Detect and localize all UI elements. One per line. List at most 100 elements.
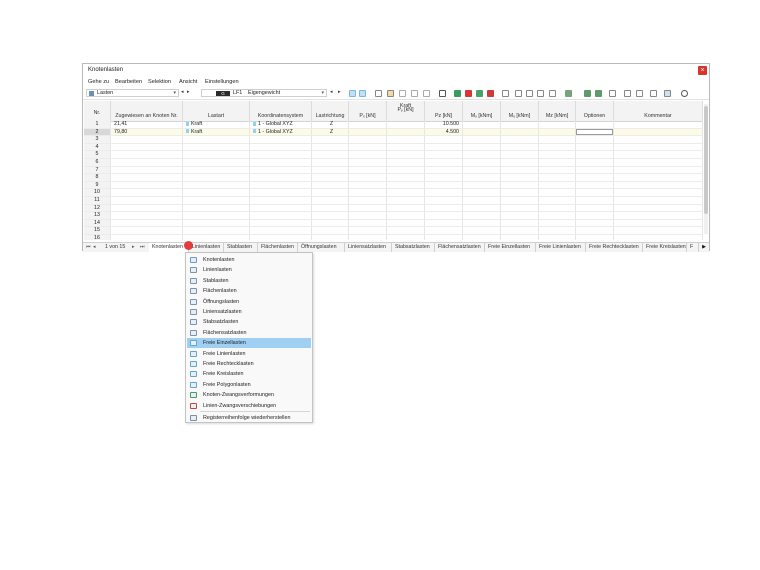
table-row[interactable]: 10 [84, 189, 703, 197]
cell-koord[interactable] [250, 166, 312, 174]
cell-mx[interactable] [463, 128, 501, 136]
move-down-icon[interactable] [411, 90, 418, 97]
cell-my[interactable] [501, 197, 539, 204]
cell-optionen[interactable] [576, 197, 614, 204]
cell-px[interactable] [349, 128, 387, 136]
menu-item[interactable]: Freie Einzellasten [187, 338, 311, 349]
cell-optionen[interactable] [576, 128, 614, 136]
menu-bearbeiten[interactable]: Bearbeiten [115, 79, 142, 85]
cell-optionen[interactable] [576, 159, 614, 166]
cell-lastart[interactable] [183, 197, 250, 204]
cell-koord[interactable] [250, 174, 312, 181]
filter-tool-icon[interactable] [359, 90, 366, 97]
cell-optionen[interactable] [576, 235, 614, 240]
cell-py[interactable] [387, 121, 425, 128]
cell-koord[interactable] [250, 159, 312, 166]
cell-px[interactable] [349, 159, 387, 166]
cell-py[interactable] [387, 136, 425, 143]
cell-optionen[interactable] [576, 189, 614, 196]
edit-icon[interactable] [609, 90, 616, 97]
cell-lastart[interactable] [183, 212, 250, 219]
cell-lastart[interactable] [183, 143, 250, 151]
menu-item[interactable]: Linienlasten [187, 265, 311, 275]
close-button[interactable]: × [698, 66, 707, 75]
cell-knoten[interactable] [111, 136, 183, 143]
cell-my[interactable] [501, 166, 539, 174]
cell-optionen[interactable] [576, 219, 614, 227]
search-icon[interactable] [681, 90, 688, 97]
table-row[interactable]: 8 [84, 174, 703, 182]
table-row[interactable]: 14 [84, 219, 703, 228]
sheet-tab[interactable]: Flächenlasten [258, 243, 298, 252]
cell-knoten[interactable] [111, 151, 183, 158]
insert-row-icon[interactable] [375, 90, 382, 97]
menu-gehe-zu[interactable]: Gehe zu [88, 79, 109, 85]
cell-richtung[interactable] [312, 181, 349, 189]
cell-kommentar[interactable] [614, 181, 703, 189]
cell-mz[interactable] [539, 128, 576, 136]
cell-mx[interactable] [463, 197, 501, 204]
cell-py[interactable] [387, 174, 425, 181]
cell-mx[interactable] [463, 227, 501, 234]
table-row[interactable]: 16 [84, 235, 703, 240]
cell-knoten[interactable] [111, 143, 183, 151]
menu-ansicht[interactable]: Ansicht [179, 79, 197, 85]
sheet-tab[interactable]: Freie Einzellasten [485, 243, 536, 252]
cell-px[interactable] [349, 197, 387, 204]
cell-kommentar[interactable] [614, 204, 703, 212]
prev-arrow-icon[interactable]: ◂ [181, 89, 184, 95]
cell-mz[interactable] [539, 151, 576, 158]
cell-kommentar[interactable] [614, 174, 703, 181]
cell-pz[interactable] [425, 174, 463, 181]
sheet-tab[interactable]: Freie Kreislasten [643, 243, 687, 252]
cell-pz[interactable] [425, 227, 463, 234]
cell-koord[interactable] [250, 181, 312, 189]
cell-optionen[interactable] [576, 204, 614, 212]
cell-optionen[interactable] [576, 181, 614, 189]
cell-knoten[interactable]: 79,80 [111, 128, 183, 136]
cell-my[interactable] [501, 181, 539, 189]
cell-px[interactable] [349, 219, 387, 227]
cell-kommentar[interactable] [614, 166, 703, 174]
cell-lastart[interactable] [183, 159, 250, 166]
cell-knoten[interactable] [111, 181, 183, 189]
cell-mz[interactable] [539, 204, 576, 212]
cell-kommentar[interactable] [614, 121, 703, 128]
restore-tab-order-item[interactable]: Registerreihenfolge wiederherstellen [187, 413, 311, 423]
cell-my[interactable] [501, 219, 539, 227]
cell-my[interactable] [501, 189, 539, 196]
cell-optionen[interactable] [576, 166, 614, 174]
options-cell-editor[interactable] [576, 128, 613, 136]
cell-lastart[interactable] [183, 181, 250, 189]
clear-icon[interactable] [487, 90, 494, 97]
cell-koord[interactable] [250, 204, 312, 212]
cell-knoten[interactable] [111, 235, 183, 240]
copy-row-icon[interactable] [387, 90, 394, 97]
cell-mx[interactable] [463, 136, 501, 143]
cell-mz[interactable] [539, 235, 576, 240]
menu-item[interactable]: Öffnungslasten [187, 297, 311, 307]
cell-richtung[interactable] [312, 174, 349, 181]
cell-richtung[interactable] [312, 212, 349, 219]
cell-lastart[interactable] [183, 151, 250, 158]
first-page-icon[interactable]: ⏮ [86, 244, 91, 250]
sheet-tab[interactable]: Stabsatzlasten [392, 243, 435, 252]
cell-py[interactable] [387, 151, 425, 158]
next-page-icon[interactable]: ▸ [132, 244, 135, 250]
cell-mz[interactable] [539, 227, 576, 234]
cell-lastart[interactable]: Kraft [183, 128, 250, 136]
table-row[interactable]: 11 [84, 197, 703, 205]
cell-kommentar[interactable] [614, 136, 703, 143]
cell-mz[interactable] [539, 166, 576, 174]
cell-kommentar[interactable] [614, 197, 703, 204]
cell-py[interactable] [387, 189, 425, 196]
cell-my[interactable] [501, 151, 539, 158]
view-icon[interactable] [565, 90, 572, 97]
cell-kommentar[interactable] [614, 128, 703, 136]
cell-mx[interactable] [463, 121, 501, 128]
cell-optionen[interactable] [576, 227, 614, 234]
cell-py[interactable] [387, 204, 425, 212]
cell-richtung[interactable] [312, 227, 349, 234]
table-row[interactable]: 2 79,80 Kraft 1 - Global XYZ Z 4.500 [84, 128, 703, 137]
table-row[interactable]: 9 [84, 181, 703, 190]
